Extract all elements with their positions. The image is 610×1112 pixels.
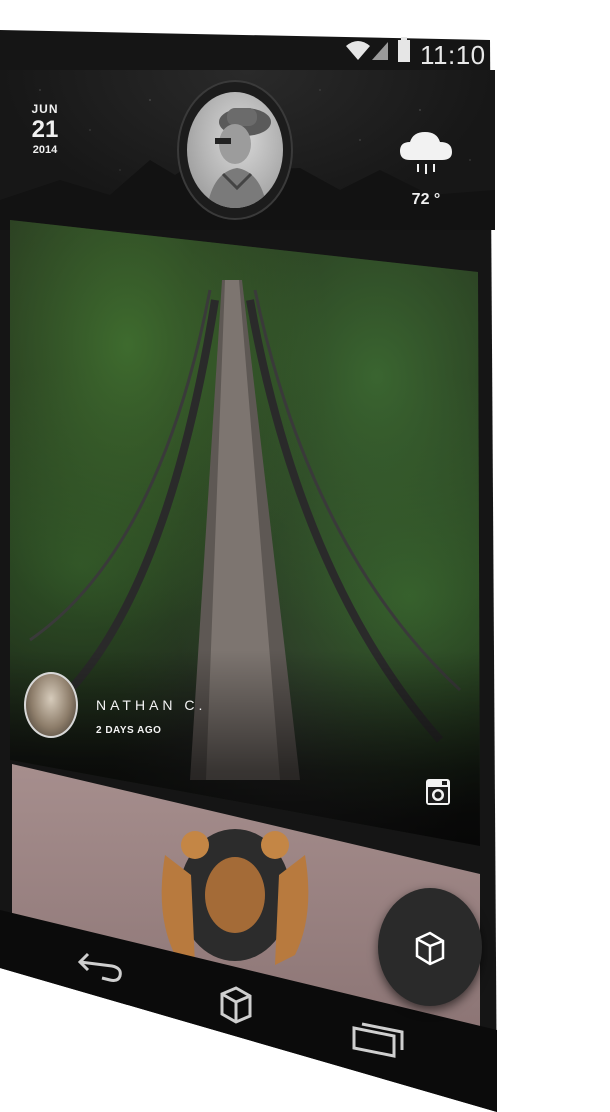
date-year: 2014 bbox=[32, 144, 58, 156]
profile-avatar[interactable] bbox=[187, 92, 283, 208]
status-time: 11:10 bbox=[420, 40, 486, 70]
home-cube-icon[interactable] bbox=[218, 984, 254, 1024]
weather-widget: 72 ° bbox=[398, 128, 454, 209]
date-day: 21 bbox=[31, 116, 59, 143]
post-author-avatar[interactable] bbox=[24, 672, 78, 738]
battery-icon bbox=[398, 37, 410, 62]
create-fab-button[interactable] bbox=[378, 888, 482, 1006]
cube-icon bbox=[415, 931, 445, 966]
back-icon[interactable] bbox=[76, 944, 126, 984]
post-timestamp: 2 DAYS AGO bbox=[96, 725, 162, 736]
screen: 11:10 JUN 21 2014 72 ° NATHAN C. 2 DAYS … bbox=[0, 0, 610, 1112]
instagram-icon[interactable] bbox=[425, 778, 451, 806]
recent-apps-icon[interactable] bbox=[350, 1020, 406, 1060]
post-card[interactable] bbox=[10, 220, 480, 846]
weather-temperature: 72 ° bbox=[411, 191, 441, 208]
signal-icon bbox=[372, 42, 388, 60]
avatar-portrait bbox=[207, 108, 271, 208]
cloud-rain-icon bbox=[400, 132, 452, 174]
wifi-icon bbox=[346, 41, 370, 60]
date-widget: JUN 21 2014 bbox=[30, 102, 60, 156]
post-author-name[interactable]: NATHAN C. bbox=[96, 697, 206, 713]
status-icons bbox=[346, 37, 410, 62]
date-month: JUN bbox=[31, 102, 59, 116]
